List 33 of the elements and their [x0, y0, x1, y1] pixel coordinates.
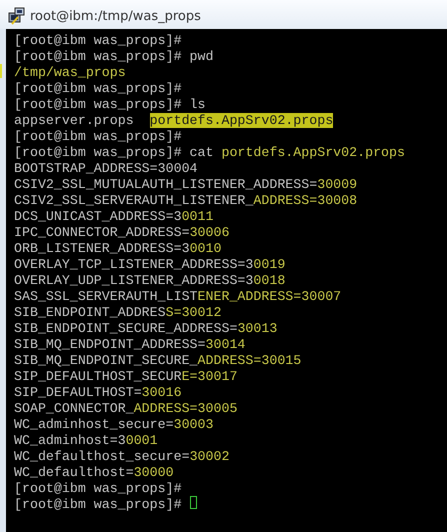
terminal-line: appserver.props portdefs.AppSrv02.props: [13, 113, 334, 129]
terminal-line: SIB_MQ_ENDPOINT_SECURE_ADDRESS=30015: [13, 353, 302, 369]
terminal-line: SIB_MQ_ENDPOINT_ADDRESS=30014: [13, 337, 246, 353]
terminal-line: BOOTSTRAP_ADDRESS=30004: [13, 161, 198, 177]
terminal-line: SAS_SSL_SERVERAUTH_LISTENER_ADDRESS=30007: [13, 289, 342, 305]
terminal-app-icon: [8, 7, 26, 25]
terminal-line: WC_adminhost_secure=30003: [13, 417, 214, 433]
terminal-line: SOAP_CONNECTOR_ADDRESS=30005: [13, 401, 238, 417]
terminal-line: [root@ibm was_props]#: [13, 129, 182, 145]
terminal-line: SIP_DEFAULTHOST=30016: [13, 385, 182, 401]
terminal-line: DCS_UNICAST_ADDRESS=30011: [13, 209, 214, 225]
terminal-line: OVERLAY_UDP_LISTENER_ADDRESS=30018: [13, 273, 286, 289]
terminal-line: IPC_CONNECTOR_ADDRESS=30006: [13, 225, 230, 241]
terminal-line: WC_defaulthost=30000: [13, 465, 174, 481]
terminal-line: CSIV2_SSL_MUTUALAUTH_LISTENER_ADDRESS=30009: [13, 177, 358, 193]
terminal-line: [root@ibm was_props]# pwd: [13, 49, 214, 65]
terminal-line: /tmp/was_props: [13, 65, 126, 81]
terminal-line: OVERLAY_TCP_LISTENER_ADDRESS=30019: [13, 257, 286, 273]
terminal-line: [root@ibm was_props]#: [13, 33, 182, 49]
terminal-line: [root@ibm was_props]# ls: [13, 97, 206, 113]
terminal-line: SIP_DEFAULTHOST_SECURE=30017: [13, 369, 238, 385]
text-cursor: [190, 496, 197, 509]
terminal-line: [root@ibm was_props]#: [13, 481, 182, 497]
terminal-line: [root@ibm was_props]#: [13, 81, 182, 97]
terminal-line: [root@ibm was_props]# cat portdefs.AppSrv02.props: [13, 145, 405, 161]
terminal-line: SIB_ENDPOINT_ADDRESS=30012: [13, 305, 222, 321]
terminal-line: WC_adminhost=30001: [13, 433, 158, 449]
window-title: root@ibm:/tmp/was_props: [30, 8, 201, 24]
terminal-line: ORB_LISTENER_ADDRESS=30010: [13, 241, 222, 257]
terminal-line: WC_defaulthost_secure=30002: [13, 449, 230, 465]
terminal-line: [root@ibm was_props]#: [13, 497, 183, 513]
terminal-line: SIB_ENDPOINT_SECURE_ADDRESS=30013: [13, 321, 278, 337]
terminal-line: CSIV2_SSL_SERVERAUTH_LISTENER_ADDRESS=30008: [13, 193, 358, 209]
